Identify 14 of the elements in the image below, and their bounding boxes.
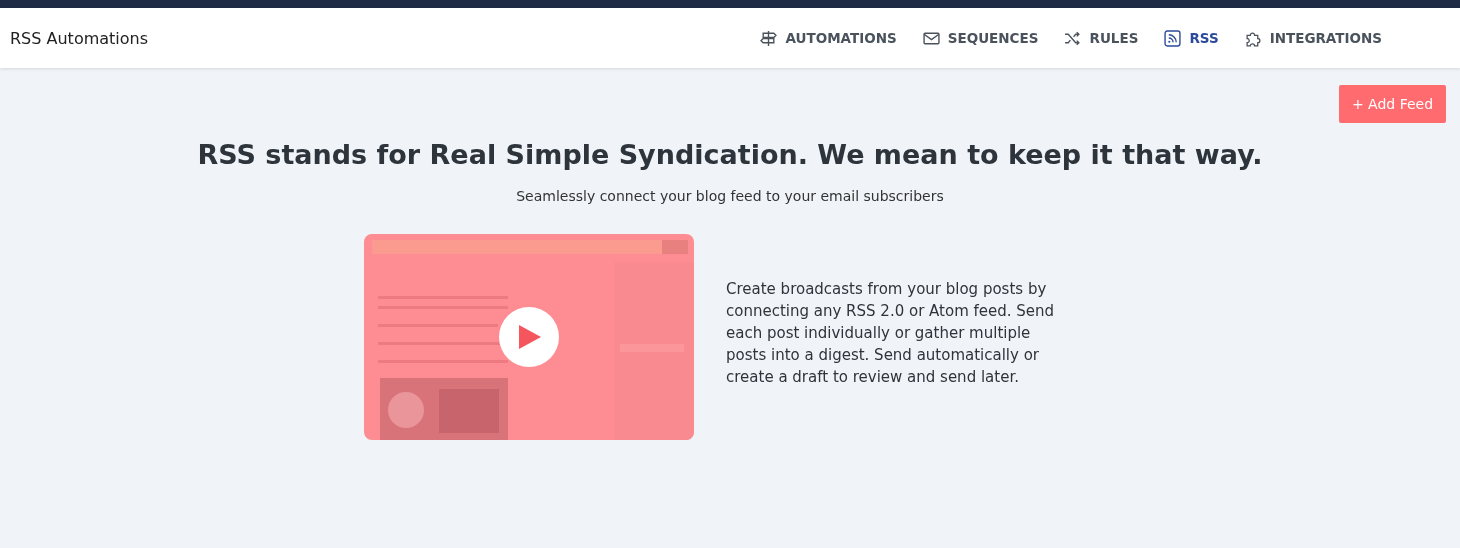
- nav-tab[interactable]: RSS: [1164, 29, 1219, 47]
- description: Create broadcasts from your blog posts by connecting any RSS 2.0 or Atom feed. Send each post individually or gather multiple posts into a digest. Send automatically or create a draft to review and send later.: [726, 279, 1056, 388]
- envelope-icon: [922, 29, 940, 47]
- nav-tab[interactable]: SEQUENCES: [922, 29, 1039, 47]
- nav-tab[interactable]: AUTOMATIONS: [760, 29, 897, 47]
- page-heading: RSS stands for Real Simple Syndication. We mean to keep it that way.: [196, 139, 1264, 170]
- rss-icon: [1164, 29, 1182, 47]
- play-icon: [516, 323, 542, 351]
- nav-tab[interactable]: RULES: [1064, 29, 1139, 47]
- subheading: Seamlessly connect your blog feed to your email subscribers: [515, 188, 945, 204]
- shuffle-icon: [1064, 29, 1082, 47]
- nav-tab[interactable]: INTEGRATIONS: [1244, 29, 1382, 47]
- app-title: RSS Automations: [10, 28, 149, 48]
- signpost-icon: [760, 29, 778, 47]
